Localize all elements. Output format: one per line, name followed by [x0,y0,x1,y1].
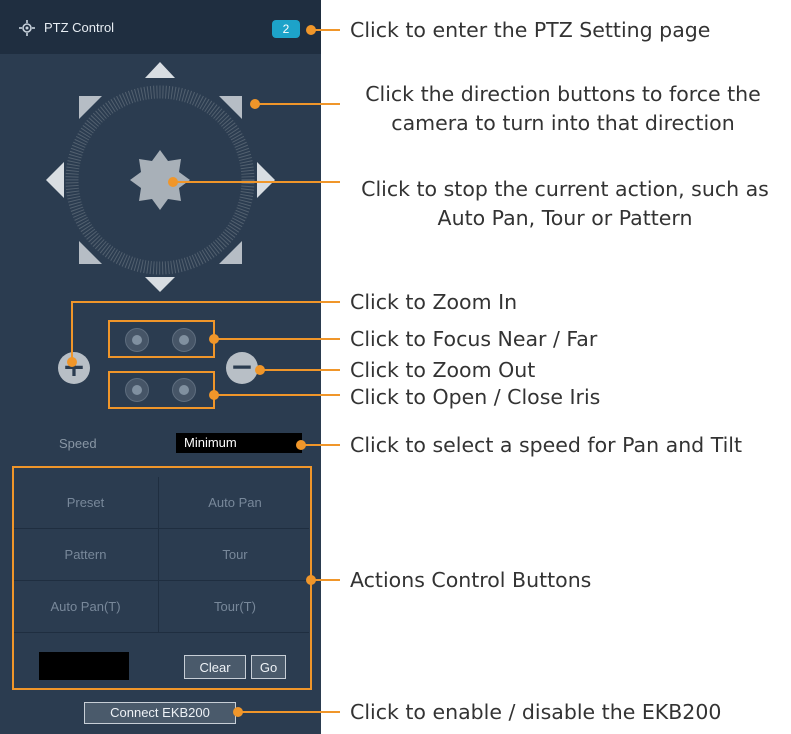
callout-zoom-out: Click to Zoom Out [350,358,536,382]
callout-focus: Click to Focus Near / Far [350,327,598,351]
callout-actions: Actions Control Buttons [350,568,592,592]
callout-stop-line2: Auto Pan, Tour or Pattern [437,206,693,230]
callout-ekb200: Click to enable / disable the EKB200 [350,700,722,724]
callout-direction-line1: Click the direction buttons to force the [365,82,761,106]
callout-speed: Click to select a speed for Pan and Tilt [350,433,743,457]
callout-direction-line2: camera to turn into that direction [391,111,735,135]
callout-iris: Click to Open / Close Iris [350,385,601,409]
callout-ptz-setting: Click to enter the PTZ Setting page [350,18,711,42]
callout-stop-line1: Click to stop the current action, such a… [361,177,769,201]
callout-zoom-in: Click to Zoom In [350,290,518,314]
